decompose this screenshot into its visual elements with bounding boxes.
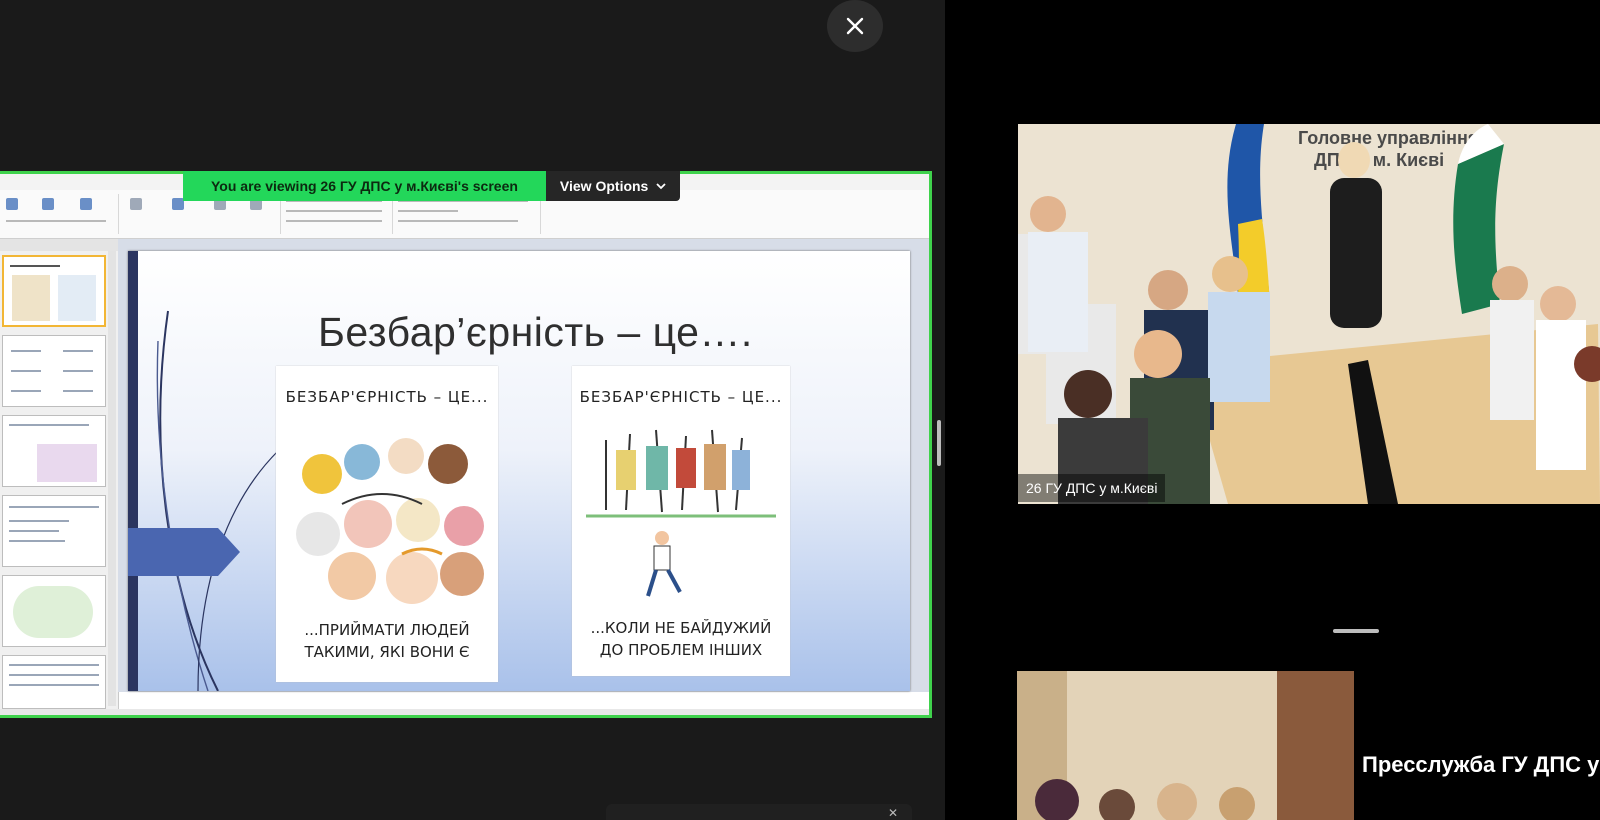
participant-name-label: 26 ГУ ДПС у м.Києві — [1018, 474, 1166, 502]
view-options-button[interactable]: View Options — [545, 171, 681, 201]
status-bar — [0, 709, 929, 715]
slide-canvas: Безбар’єрність – це…. БЕЗБАР'ЄРНІСТЬ – Ц… — [118, 239, 929, 692]
bottom-toolbar[interactable] — [606, 804, 912, 820]
viewing-label: You are viewing 26 ГУ ДПС у м.Києві's sc… — [183, 171, 546, 201]
slide-thumbnail[interactable] — [2, 575, 106, 647]
close-icon — [846, 17, 864, 35]
slide-thumbnail[interactable] — [2, 655, 106, 709]
poster-faces-illustration — [296, 438, 484, 604]
slide-thumbnail[interactable] — [2, 335, 106, 407]
slide: Безбар’єрність – це…. БЕЗБАР'ЄРНІСТЬ – Ц… — [128, 251, 910, 691]
pane-resize-handle[interactable] — [937, 420, 941, 466]
participant-name-label-secondary: Пресслужба ГУ ДПС у — [1362, 752, 1600, 777]
close-icon[interactable]: ✕ — [888, 806, 898, 820]
video-tile-secondary[interactable] — [1017, 671, 1354, 820]
slide-title: Безбар’єрність – це…. — [318, 309, 753, 355]
slide-thumbnail[interactable] — [2, 255, 106, 327]
video-tile-main[interactable]: Головне управління ДПС у м. Києві — [1018, 124, 1600, 504]
conference-room-video: Головне управління ДПС у м. Києві — [1018, 124, 1600, 504]
slide-thumbnail[interactable] — [2, 495, 106, 567]
poster-left: БЕЗБАР'ЄРНІСТЬ – ЦЕ... ...ПРИЙМАТИ ЛЮДЕЙ… — [276, 366, 498, 682]
audience-video — [1017, 671, 1354, 820]
svg-text:ДПС у м. Києві: ДПС у м. Києві — [1314, 150, 1444, 170]
svg-text:Головне управління: Головне управління — [1298, 128, 1478, 148]
slide-thumbnails — [0, 239, 119, 709]
screen-share-banner: You are viewing 26 ГУ ДПС у м.Києві's sc… — [183, 171, 681, 201]
close-button[interactable] — [827, 0, 883, 52]
thumbnail-scrollbar[interactable] — [108, 251, 116, 706]
slide-arrow-shape — [128, 528, 240, 576]
tile-resize-handle[interactable] — [1333, 629, 1379, 633]
poster-right: БЕЗБАР'ЄРНІСТЬ – ЦЕ... ...КОЛИ НЕ БАЙДУЖ… — [572, 366, 790, 676]
shared-screen: Безбар’єрність – це…. БЕЗБАР'ЄРНІСТЬ – Ц… — [0, 171, 932, 718]
chevron-down-icon — [656, 183, 666, 190]
poster-crowd-illustration — [586, 429, 776, 597]
slide-thumbnail[interactable] — [2, 415, 106, 487]
